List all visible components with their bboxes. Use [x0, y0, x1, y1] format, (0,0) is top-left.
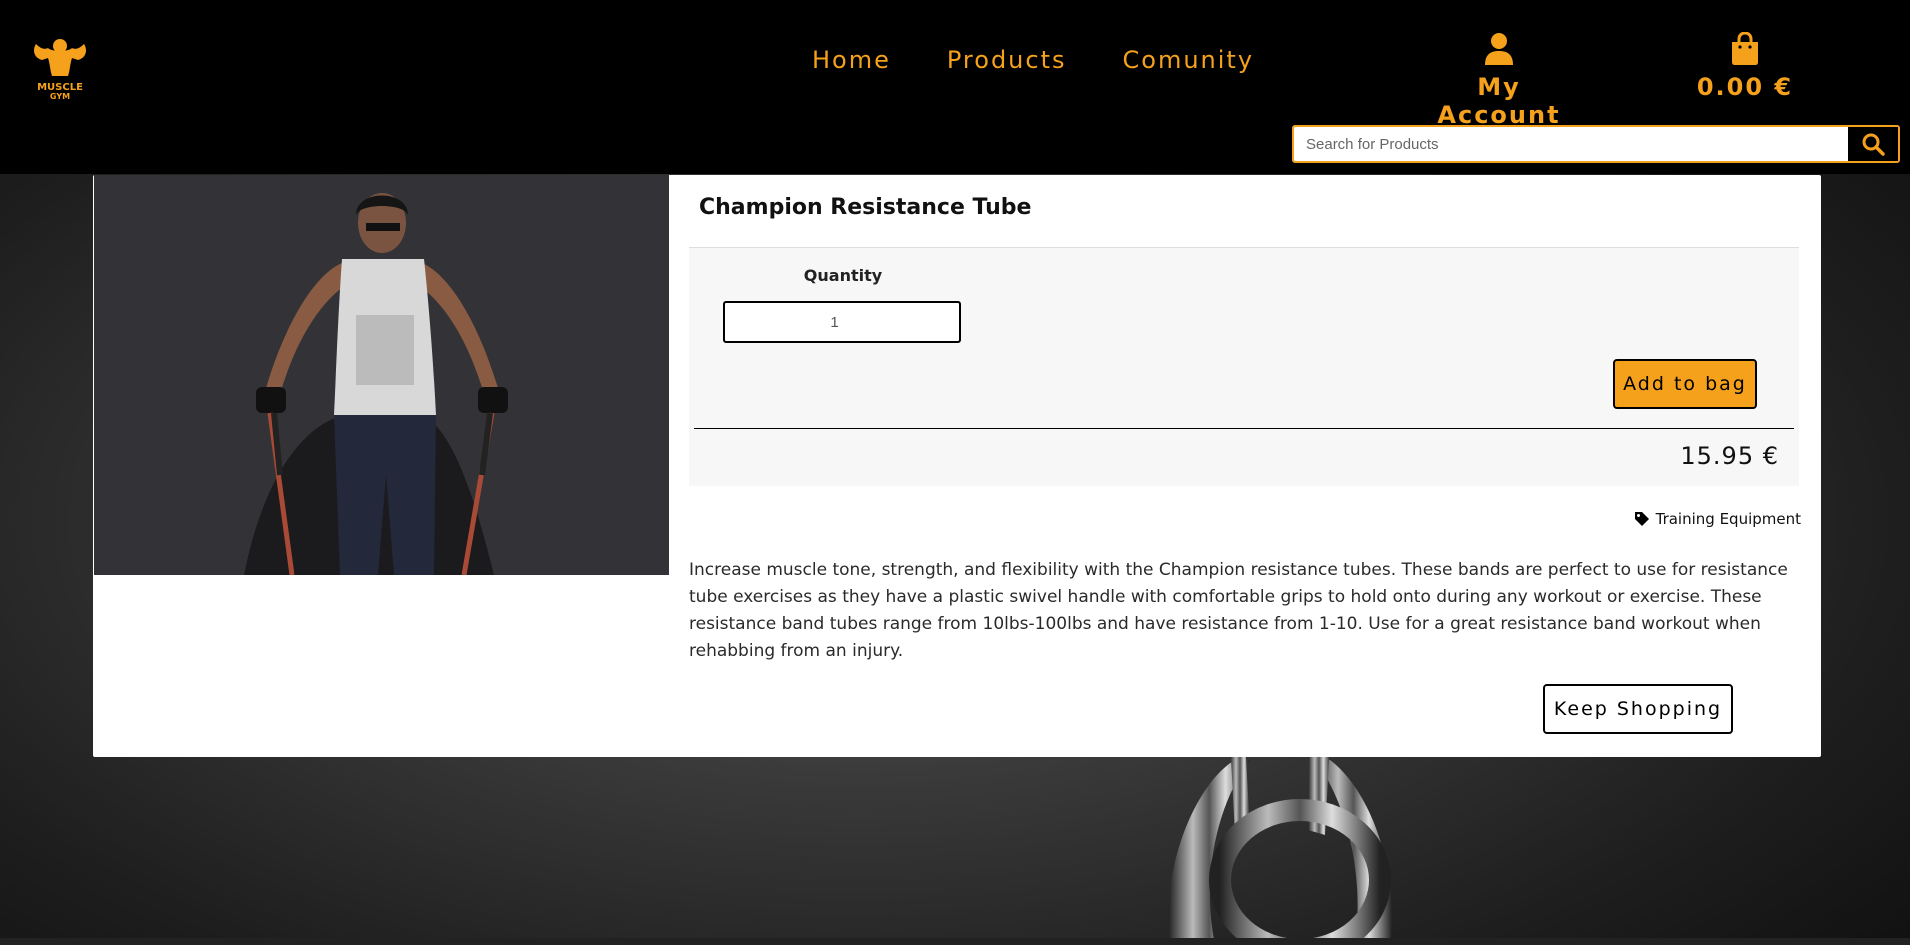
product-category: Training Equipment	[1655, 510, 1801, 528]
tag-icon	[1634, 512, 1649, 526]
search-bar	[1292, 125, 1900, 163]
muscle-gym-logo-icon: MUSCLE GYM	[34, 39, 86, 101]
nav-products-link[interactable]: Products	[947, 46, 1067, 74]
keep-shopping-button[interactable]: Keep Shopping	[1543, 684, 1733, 734]
product-price: 15.95 €	[1680, 442, 1779, 470]
shopping-bag-icon	[1732, 31, 1758, 65]
search-button[interactable]	[1848, 127, 1898, 161]
product-title: Champion Resistance Tube	[699, 195, 1032, 220]
product-description: Increase muscle tone, strength, and flex…	[689, 560, 1788, 661]
product-category-link[interactable]: Training Equipment	[1634, 510, 1801, 528]
price-divider	[694, 428, 1794, 429]
product-photo	[94, 175, 669, 575]
quantity-input[interactable]	[723, 301, 961, 343]
main-nav: Home Products Comunity	[812, 46, 1254, 74]
brand-logo[interactable]: MUSCLE GYM	[28, 36, 92, 102]
shopping-bag-link[interactable]: 0.00 €	[1695, 31, 1795, 101]
background-chain-image	[1168, 740, 1392, 945]
nav-home-link[interactable]: Home	[812, 46, 891, 74]
product-detail-card: Champion Resistance Tube Quantity Add to…	[93, 175, 1821, 757]
bag-total: 0.00 €	[1696, 73, 1794, 101]
my-account-label: My Account	[1437, 73, 1561, 129]
quantity-label: Quantity	[803, 266, 883, 285]
search-input[interactable]	[1294, 127, 1848, 161]
user-icon	[1485, 33, 1513, 65]
nav-community-link[interactable]: Comunity	[1123, 46, 1255, 74]
my-account-link[interactable]: My Account	[1420, 32, 1578, 129]
purchase-panel: Quantity Add to bag 15.95 €	[689, 247, 1799, 486]
product-image	[94, 175, 669, 575]
bottom-bar	[0, 938, 1910, 945]
site-header: MUSCLE GYM Home Products Comunity My Acc…	[0, 0, 1910, 174]
add-to-bag-button[interactable]: Add to bag	[1613, 359, 1757, 409]
brand-line2: GYM	[50, 92, 70, 101]
search-icon	[1862, 133, 1885, 156]
